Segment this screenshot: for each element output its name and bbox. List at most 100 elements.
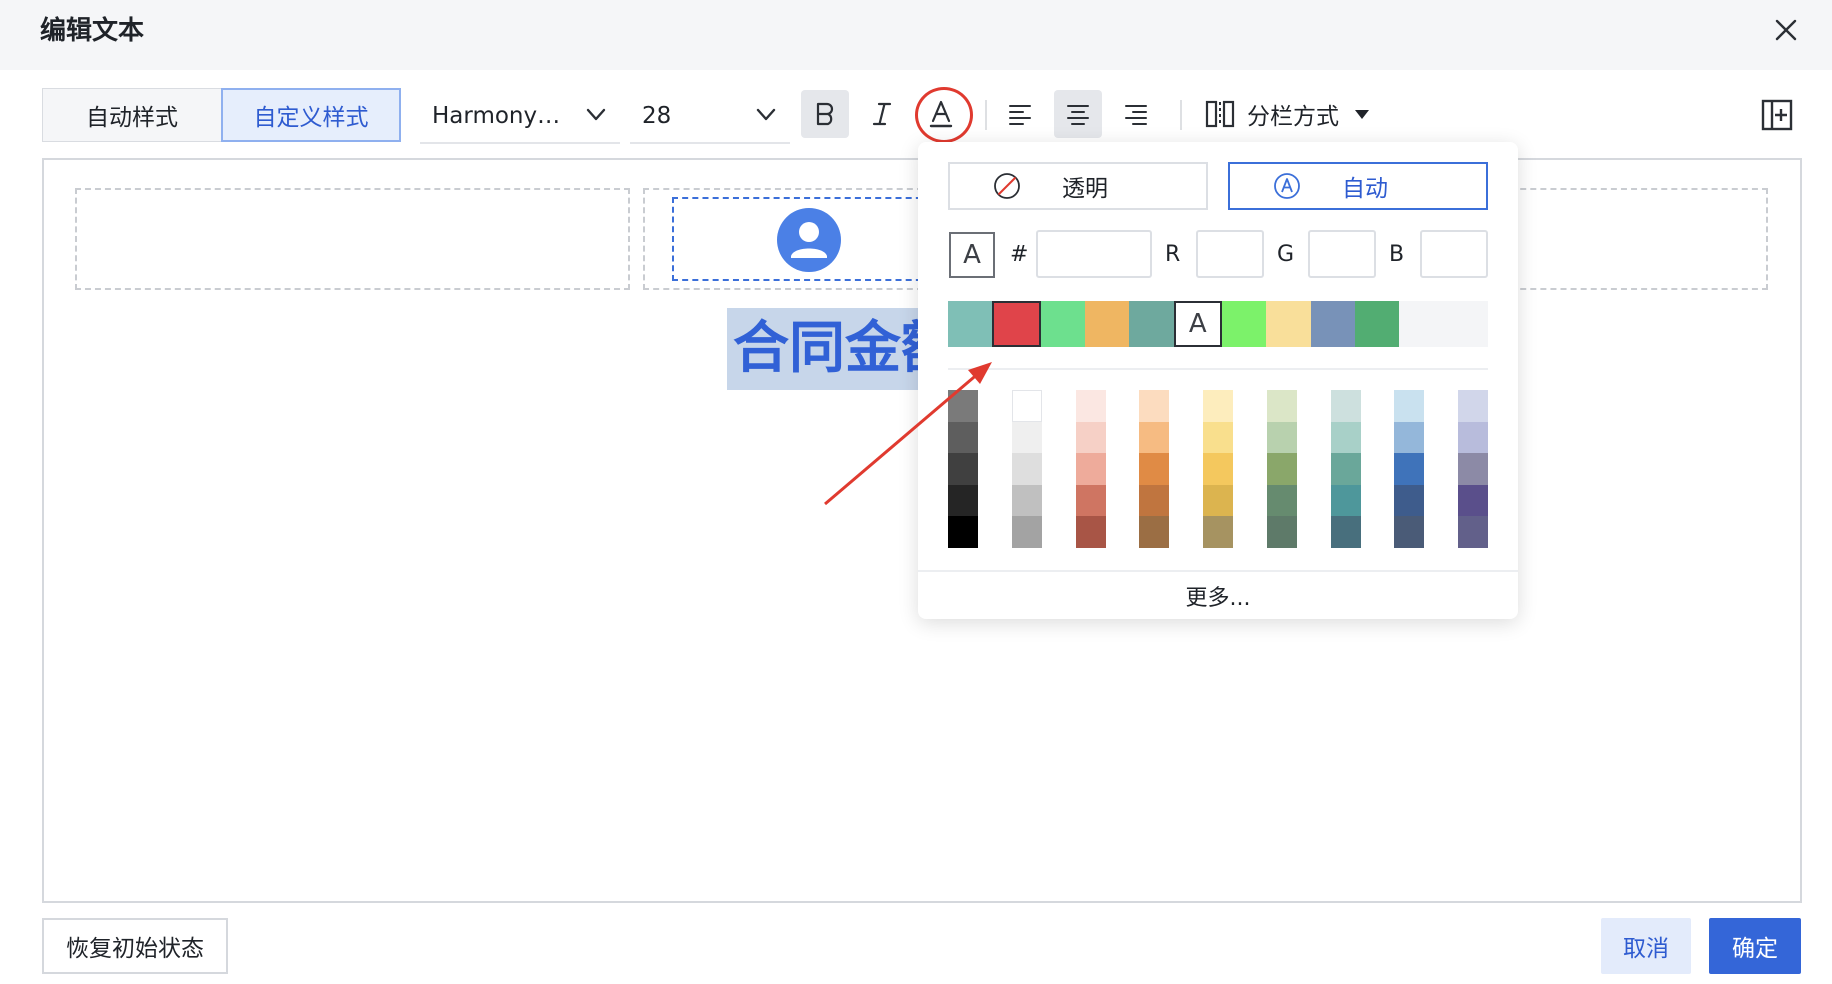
layout-toggle-button[interactable] bbox=[1760, 98, 1794, 132]
toolbar-divider bbox=[1180, 100, 1182, 130]
palette-swatch[interactable] bbox=[1011, 421, 1042, 454]
recent-swatch[interactable] bbox=[948, 301, 993, 347]
dialog-header bbox=[0, 0, 1832, 70]
palette-swatch[interactable] bbox=[1330, 484, 1361, 517]
auto-color-button[interactable]: 自动 bbox=[1228, 162, 1488, 210]
palette-column bbox=[1139, 390, 1170, 548]
palette-swatch[interactable] bbox=[1458, 516, 1488, 548]
palette-swatch[interactable] bbox=[1011, 484, 1042, 517]
hex-input[interactable] bbox=[1036, 230, 1152, 278]
g-label: G bbox=[1277, 242, 1295, 267]
palette-swatch[interactable] bbox=[1139, 421, 1170, 454]
palette-swatch[interactable] bbox=[1075, 484, 1106, 517]
palette-swatch[interactable] bbox=[1203, 484, 1233, 517]
auto-color-icon bbox=[1274, 173, 1300, 199]
palette-swatch[interactable] bbox=[1203, 453, 1233, 485]
r-label: R bbox=[1165, 242, 1181, 267]
italic-button[interactable] bbox=[858, 90, 906, 138]
palette-swatch[interactable] bbox=[1139, 484, 1170, 517]
palette-swatch[interactable] bbox=[1075, 453, 1106, 485]
bold-button[interactable] bbox=[801, 90, 849, 138]
palette-swatch[interactable] bbox=[1394, 484, 1425, 517]
recent-swatch[interactable] bbox=[992, 301, 1041, 347]
palette-swatch[interactable] bbox=[1203, 516, 1233, 548]
palette-swatch[interactable] bbox=[1330, 421, 1361, 454]
palette-swatch[interactable] bbox=[1011, 390, 1042, 422]
align-left-button[interactable] bbox=[996, 90, 1044, 138]
palette-swatch[interactable] bbox=[1458, 453, 1488, 485]
palette-swatch[interactable] bbox=[1394, 516, 1425, 548]
layout-block[interactable] bbox=[1490, 188, 1768, 290]
recent-swatch[interactable] bbox=[1040, 301, 1085, 347]
palette-swatch[interactable] bbox=[1203, 421, 1233, 454]
align-right-button[interactable] bbox=[1112, 90, 1160, 138]
palette-swatch[interactable] bbox=[1011, 453, 1042, 485]
cancel-button[interactable]: 取消 bbox=[1601, 918, 1691, 974]
palette-swatch[interactable] bbox=[1075, 516, 1106, 548]
close-button[interactable] bbox=[1770, 14, 1802, 46]
recent-swatch[interactable] bbox=[1129, 301, 1174, 347]
tab-auto-style[interactable]: 自动样式 bbox=[42, 88, 222, 142]
palette-swatch[interactable] bbox=[1139, 390, 1170, 422]
palette-swatch[interactable] bbox=[1394, 421, 1425, 454]
palette-swatch[interactable] bbox=[948, 453, 978, 485]
palette-swatch[interactable] bbox=[1394, 453, 1425, 485]
transparent-button[interactable]: 透明 bbox=[948, 162, 1208, 210]
color-palette bbox=[948, 390, 1488, 548]
palette-swatch[interactable] bbox=[1330, 390, 1361, 422]
palette-swatch[interactable] bbox=[1075, 390, 1106, 422]
palette-swatch[interactable] bbox=[948, 421, 978, 454]
palette-swatch[interactable] bbox=[1139, 453, 1170, 485]
selected-text[interactable]: 合同金额 bbox=[727, 308, 923, 390]
confirm-button[interactable]: 确定 bbox=[1709, 918, 1801, 974]
palette-swatch[interactable] bbox=[1203, 390, 1233, 422]
close-icon bbox=[1775, 19, 1797, 41]
recent-swatch-auto[interactable]: A bbox=[1173, 301, 1222, 347]
palette-swatch[interactable] bbox=[1266, 484, 1297, 517]
recent-swatch[interactable] bbox=[1084, 301, 1130, 347]
more-colors-button[interactable]: 更多... bbox=[918, 570, 1518, 620]
palette-swatch[interactable] bbox=[1266, 453, 1297, 485]
auto-label: 自动 bbox=[1342, 176, 1388, 202]
palette-swatch[interactable] bbox=[1075, 421, 1106, 454]
font-size-select[interactable]: 28 bbox=[630, 90, 790, 144]
caret-down-icon bbox=[1355, 110, 1369, 119]
palette-swatch[interactable] bbox=[948, 390, 978, 422]
recent-swatch[interactable] bbox=[1266, 301, 1311, 347]
align-right-icon bbox=[1125, 105, 1147, 125]
palette-swatch[interactable] bbox=[1458, 421, 1488, 454]
palette-swatch[interactable] bbox=[1458, 390, 1488, 422]
recent-swatch[interactable] bbox=[1443, 301, 1488, 347]
b-input[interactable] bbox=[1420, 230, 1488, 278]
current-color-chip: A bbox=[949, 232, 995, 278]
align-center-button[interactable] bbox=[1054, 90, 1102, 138]
reset-button[interactable]: 恢复初始状态 bbox=[42, 918, 228, 974]
hex-label: # bbox=[1010, 242, 1029, 267]
recent-swatch[interactable] bbox=[1399, 301, 1444, 347]
recent-colors: A bbox=[948, 301, 1488, 347]
font-family-select[interactable]: Harmony… bbox=[420, 90, 620, 144]
recent-swatch[interactable] bbox=[1354, 301, 1400, 347]
recent-swatch[interactable] bbox=[1221, 301, 1267, 347]
palette-swatch[interactable] bbox=[1330, 516, 1361, 548]
palette-swatch[interactable] bbox=[1330, 453, 1361, 485]
columns-dropdown[interactable]: 分栏方式 bbox=[1205, 94, 1371, 134]
layout-block[interactable] bbox=[75, 188, 630, 290]
palette-swatch[interactable] bbox=[948, 516, 978, 548]
r-input[interactable] bbox=[1196, 230, 1264, 278]
palette-swatch[interactable] bbox=[1139, 516, 1170, 548]
font-family-value: Harmony… bbox=[432, 103, 561, 129]
recent-swatch[interactable] bbox=[1310, 301, 1355, 347]
palette-swatch[interactable] bbox=[1266, 516, 1297, 548]
palette-swatch[interactable] bbox=[948, 484, 978, 517]
palette-column bbox=[1075, 390, 1106, 548]
palette-column bbox=[1011, 390, 1042, 548]
palette-swatch[interactable] bbox=[1266, 390, 1297, 422]
palette-swatch[interactable] bbox=[1266, 421, 1297, 454]
palette-swatch[interactable] bbox=[1458, 484, 1488, 517]
palette-swatch[interactable] bbox=[1394, 390, 1425, 422]
palette-swatch[interactable] bbox=[1011, 516, 1042, 548]
g-input[interactable] bbox=[1308, 230, 1376, 278]
picker-divider bbox=[948, 368, 1488, 370]
tab-custom-style[interactable]: 自定义样式 bbox=[221, 88, 401, 142]
